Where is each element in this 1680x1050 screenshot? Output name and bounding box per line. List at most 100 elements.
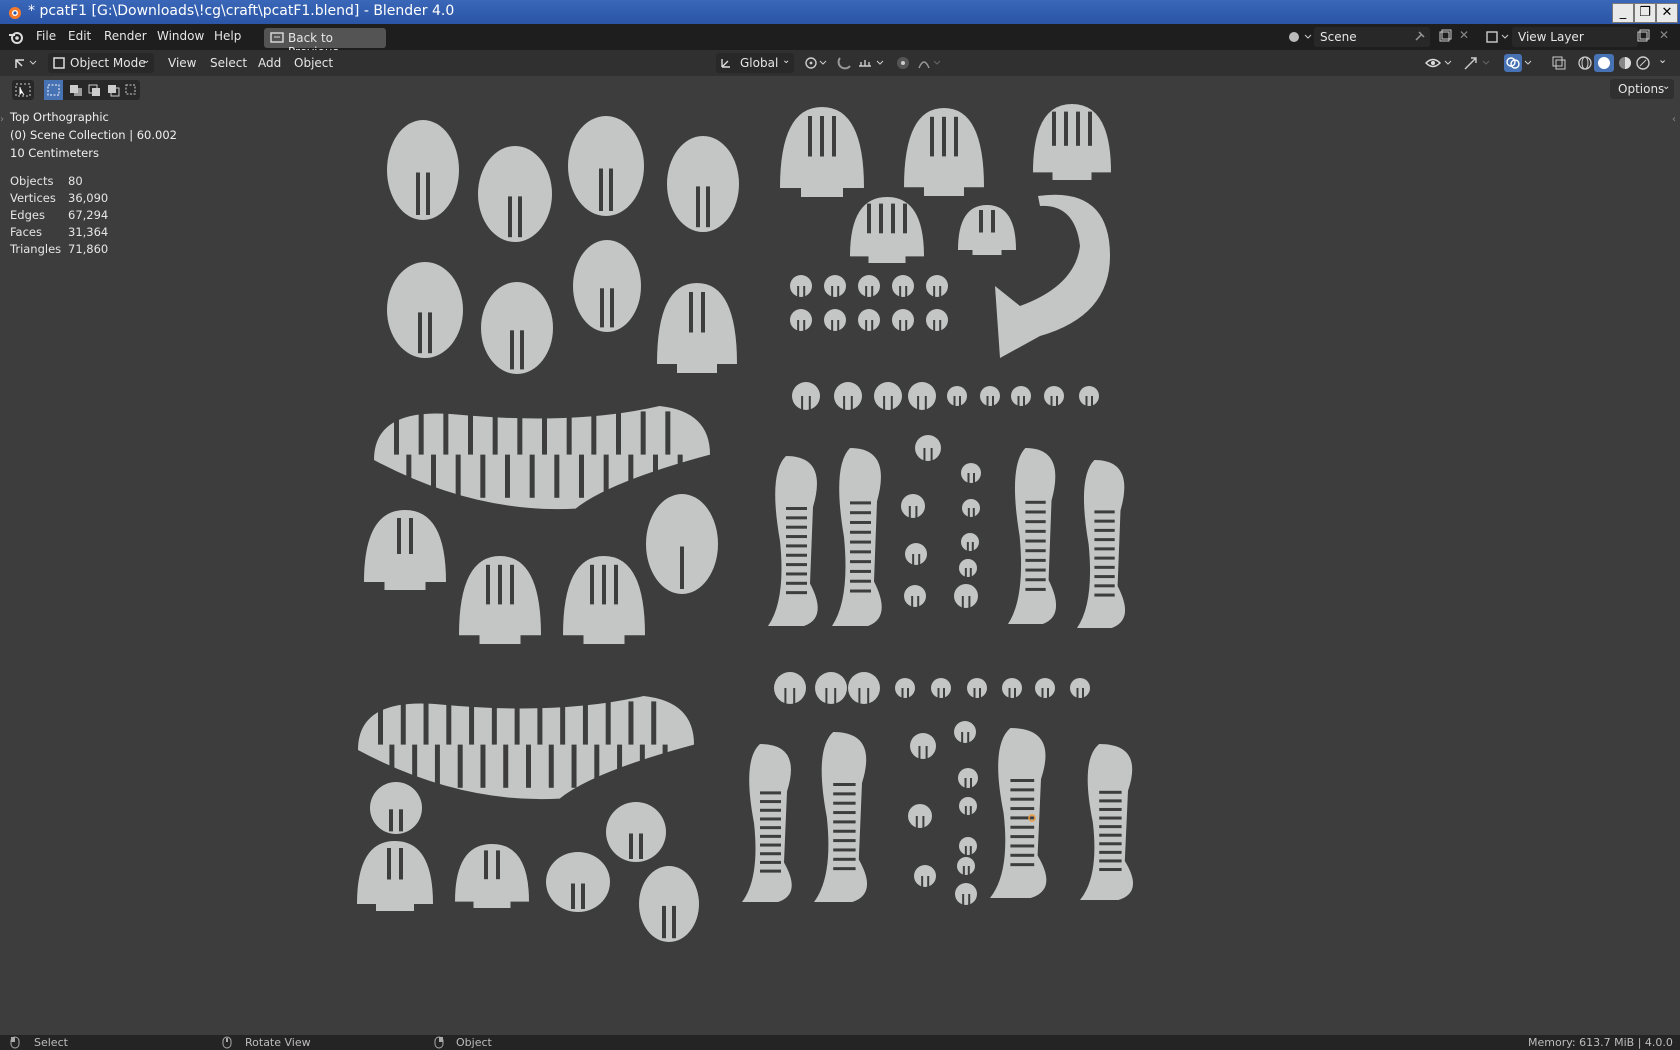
proportional-editing-icon[interactable] — [894, 54, 912, 72]
scene-browse-icon[interactable] — [1286, 28, 1312, 46]
viewport-header: Object Mode ⌄ View Select Add Object Glo… — [0, 50, 1680, 76]
options-dropdown[interactable]: Options ⌄ — [1610, 79, 1674, 99]
piece-leg — [990, 728, 1047, 898]
piece-small — [1002, 678, 1022, 698]
new-scene-icon[interactable] — [1438, 29, 1452, 43]
pin-icon[interactable] — [1412, 30, 1426, 44]
piece-small — [914, 865, 936, 887]
piece-small — [792, 382, 820, 410]
solid-shading-button[interactable] — [1594, 54, 1614, 72]
object-mode-dropdown[interactable]: Object Mode ⌄ — [48, 53, 154, 73]
piece-small — [1079, 386, 1099, 406]
status-bar: Select Rotate View Object Memory: 613.7 … — [0, 1035, 1680, 1050]
pivot-point-icon[interactable] — [802, 54, 830, 72]
delete-view-layer-icon[interactable]: ✕ — [1659, 28, 1669, 42]
editor-type-icon[interactable] — [12, 54, 40, 72]
minimize-icon[interactable]: _ — [1612, 3, 1634, 23]
piece-head — [639, 866, 699, 942]
piece-leg — [814, 732, 868, 902]
piece-cap — [563, 556, 645, 644]
piece-small — [926, 275, 948, 297]
chevron-down-icon: ⌄ — [1662, 81, 1671, 92]
grid-scale: 10 Centimeters — [10, 146, 99, 160]
scene-pieces — [357, 104, 1134, 942]
window-title: * pcatF1 [G:\Downloads\!cg\craft\pcatF1.… — [28, 3, 455, 19]
piece-head — [568, 116, 644, 216]
piece-small — [1044, 386, 1064, 406]
piece-small — [961, 533, 979, 551]
piece-small — [858, 275, 880, 297]
snap-increment-icon[interactable] — [856, 54, 886, 72]
memory-info: Memory: 613.7 MiB | 4.0.0 — [1528, 1036, 1673, 1049]
piece-body — [358, 696, 694, 800]
piece-leg — [768, 456, 818, 626]
piece-leg — [1080, 744, 1134, 900]
status-object: Object — [456, 1036, 492, 1049]
blender-logo-icon — [9, 7, 21, 19]
window-title-bar: * pcatF1 [G:\Downloads\!cg\craft\pcatF1.… — [0, 0, 1680, 24]
piece-head — [606, 802, 666, 862]
back-to-previous-button[interactable]: Back to Previous — [264, 28, 386, 59]
sidebar-expand-icon[interactable]: ‹ — [1672, 114, 1676, 125]
stat-value: 71,860 — [68, 242, 109, 256]
piece-small — [790, 309, 812, 331]
menu-edit[interactable]: Edit — [68, 29, 91, 43]
piece-small — [926, 309, 948, 331]
view-name: Top Orthographic — [10, 110, 109, 124]
delete-scene-icon[interactable]: ✕ — [1459, 28, 1469, 42]
menu-render[interactable]: Render — [104, 29, 147, 43]
overlays-icon[interactable] — [1504, 54, 1534, 72]
menu-help[interactable]: Help — [214, 29, 241, 43]
piece-small — [895, 678, 915, 698]
xray-icon[interactable] — [1550, 54, 1568, 72]
restore-icon[interactable]: ❐ — [1634, 3, 1656, 23]
piece-leg — [1077, 460, 1126, 628]
piece-small — [790, 275, 812, 297]
tool-select-box[interactable] — [12, 80, 34, 100]
menu-object[interactable]: Object — [294, 56, 333, 70]
falloff-icon[interactable] — [916, 54, 944, 72]
piece-cap — [455, 844, 529, 908]
material-shading-icon[interactable] — [1616, 54, 1634, 72]
view-layer-browse-icon[interactable] — [1484, 28, 1510, 46]
view-layer-name: View Layer — [1518, 30, 1584, 44]
transform-orientation-dropdown[interactable]: Global ⌄ — [716, 53, 794, 73]
piece-small — [954, 721, 976, 743]
menu-window[interactable]: Window — [157, 29, 204, 43]
object-mode-icon — [53, 57, 65, 69]
piece-small — [908, 804, 932, 828]
piece-small — [901, 494, 925, 518]
piece-leg — [1008, 448, 1057, 624]
piece-tail — [995, 194, 1110, 358]
toolbar-expand-icon[interactable]: › — [0, 114, 4, 125]
chevron-down-icon: ⌄ — [782, 55, 791, 66]
snap-icon[interactable] — [836, 54, 854, 72]
view-layer-field[interactable]: View Layer — [1512, 27, 1638, 47]
piece-body — [374, 406, 710, 510]
menu-file[interactable]: File — [36, 29, 56, 43]
piece-small — [908, 382, 936, 410]
blender-menu-icon[interactable] — [8, 29, 24, 45]
new-view-layer-icon[interactable] — [1636, 29, 1650, 43]
close-icon[interactable]: ✕ — [1656, 3, 1678, 23]
orientation-icon — [721, 59, 730, 68]
stat-label: Objects — [10, 174, 54, 188]
menu-add[interactable]: Add — [258, 56, 281, 70]
3d-viewport[interactable]: Options ⌄ › ‹ Top Orthographic (0) Scene… — [0, 76, 1680, 1035]
piece-small — [957, 857, 975, 875]
piece-cap — [958, 205, 1016, 255]
mouse-right-icon — [434, 1036, 444, 1049]
scene-field[interactable]: Scene — [1314, 27, 1430, 47]
visibility-icon[interactable] — [1424, 54, 1454, 72]
piece-head — [387, 120, 459, 220]
menu-view[interactable]: View — [168, 56, 196, 70]
status-select: Select — [34, 1036, 68, 1049]
gizmo-icon[interactable] — [1462, 54, 1492, 72]
shading-options-chevron-icon[interactable]: ⌄ — [1658, 53, 1667, 66]
collection-info: (0) Scene Collection | 60.002 — [10, 128, 177, 142]
piece-small — [958, 768, 978, 788]
menu-select[interactable]: Select — [210, 56, 247, 70]
wireframe-shading-icon[interactable] — [1576, 54, 1594, 72]
rendered-shading-icon[interactable] — [1634, 54, 1652, 72]
piece-small — [1011, 386, 1031, 406]
